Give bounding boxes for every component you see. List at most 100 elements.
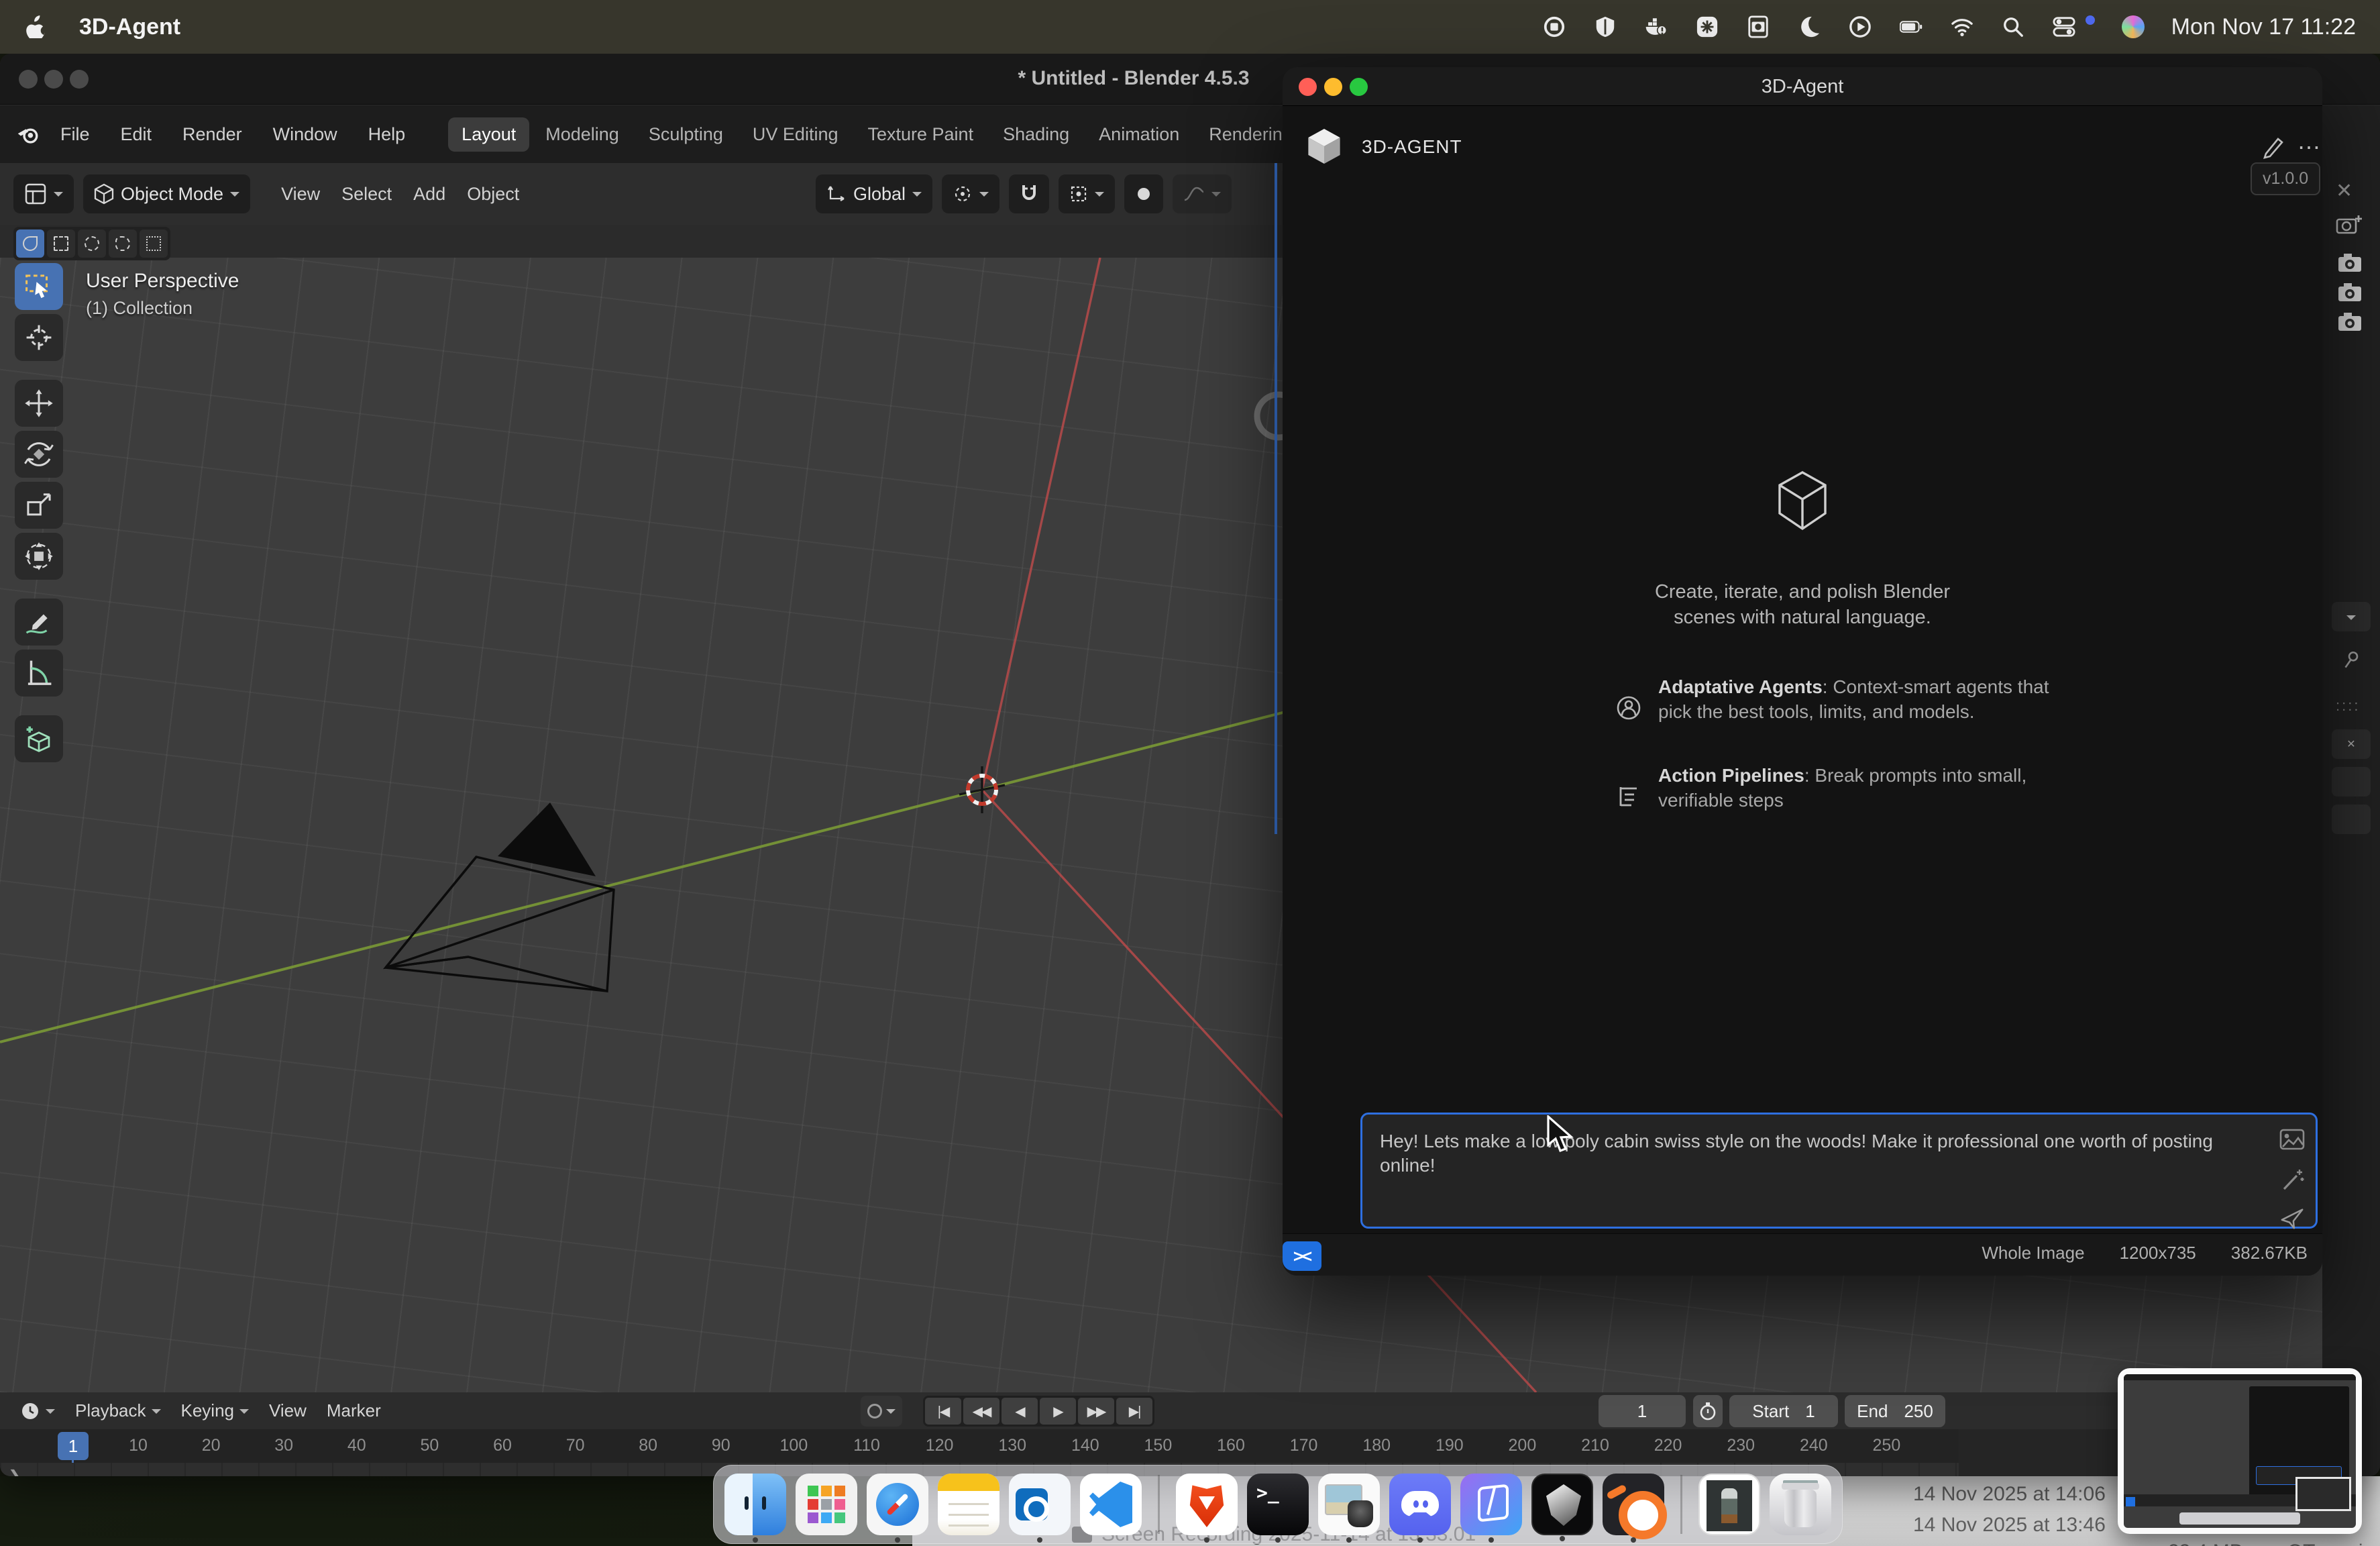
- scale-tool[interactable]: [15, 482, 63, 529]
- menubar-app-name[interactable]: 3D-Agent: [79, 14, 180, 40]
- timeline-editor-dropdown[interactable]: [12, 1398, 63, 1424]
- pivot-point-dropdown[interactable]: [942, 174, 999, 213]
- select-mode-lasso[interactable]: [109, 229, 137, 258]
- dock-discord-icon[interactable]: [1389, 1474, 1451, 1535]
- measure-tool[interactable]: [15, 650, 63, 697]
- send-icon[interactable]: [2279, 1206, 2305, 1231]
- screen-capture-icon[interactable]: [1746, 15, 1770, 39]
- pin-icon[interactable]: [2336, 649, 2365, 675]
- minimize-button[interactable]: [1324, 78, 1342, 96]
- add-camera-icon[interactable]: [2336, 213, 2365, 239]
- proportional-falloff-dropdown[interactable]: [1173, 174, 1232, 213]
- collapse-panel-button[interactable]: ><: [1283, 1241, 1321, 1271]
- tab-uv-editing[interactable]: UV Editing: [739, 117, 852, 152]
- zoom-button[interactable]: [1350, 78, 1368, 96]
- attach-image-icon[interactable]: [2279, 1127, 2305, 1152]
- menu-view[interactable]: View: [270, 178, 331, 210]
- select-mode-box[interactable]: [47, 229, 75, 258]
- chevron-down-icon[interactable]: [2332, 602, 2371, 631]
- record-icon[interactable]: [1542, 15, 1566, 39]
- menu-dots-icon[interactable]: ::::: [2336, 697, 2360, 715]
- menu-edit[interactable]: Edit: [110, 119, 163, 150]
- minimize-button[interactable]: [44, 70, 63, 89]
- siri-icon[interactable]: [2122, 15, 2145, 38]
- menu-timeline-view[interactable]: View: [261, 1398, 315, 1424]
- move-tool[interactable]: [15, 380, 63, 427]
- start-frame-field[interactable]: Start1: [1729, 1395, 1838, 1427]
- zoom-button[interactable]: [70, 70, 89, 89]
- annotate-tool[interactable]: [15, 599, 63, 646]
- menu-add[interactable]: Add: [402, 178, 456, 210]
- select-box-tool[interactable]: [15, 263, 63, 310]
- menu-render[interactable]: Render: [172, 119, 253, 150]
- select-mode-paint[interactable]: [140, 229, 168, 258]
- dock-outlook-icon[interactable]: [1009, 1474, 1071, 1535]
- panel-slot[interactable]: [2332, 805, 2371, 834]
- close-icon[interactable]: ✕: [2332, 729, 2371, 759]
- transform-tool[interactable]: [15, 533, 63, 580]
- jump-to-start-button[interactable]: |◀: [925, 1398, 961, 1425]
- search-icon[interactable]: [2001, 15, 2025, 39]
- camera-icon[interactable]: [2336, 311, 2365, 337]
- use-preview-range-toggle[interactable]: [1693, 1395, 1723, 1427]
- dock-safari-icon[interactable]: [867, 1474, 928, 1535]
- previous-keyframe-button[interactable]: ◀◀: [963, 1398, 999, 1425]
- tab-animation[interactable]: Animation: [1085, 117, 1193, 152]
- blender-logo-icon[interactable]: [16, 122, 40, 146]
- dock-preview-icon[interactable]: [1318, 1474, 1380, 1535]
- shield-icon[interactable]: [1593, 15, 1617, 39]
- tab-texture-paint[interactable]: Texture Paint: [854, 117, 987, 152]
- prompt-input[interactable]: Hey! Lets make a low poly cabin swiss st…: [1362, 1115, 2316, 1227]
- jump-to-end-button[interactable]: ▶|: [1116, 1398, 1152, 1425]
- control-center-icon[interactable]: [2052, 15, 2076, 39]
- menu-keying[interactable]: Keying: [173, 1398, 258, 1424]
- agent-titlebar[interactable]: 3D-Agent: [1283, 67, 2322, 106]
- finder-row[interactable]: 14 Nov 2025 at 13:46: [1913, 1510, 2106, 1541]
- wifi-icon[interactable]: [1950, 15, 1974, 39]
- rotate-tool[interactable]: [15, 431, 63, 478]
- tab-sculpting[interactable]: Sculpting: [635, 117, 737, 152]
- timeline-ruler[interactable]: 1 10203040506070809010011012013014015016…: [0, 1429, 1959, 1463]
- magic-wand-icon[interactable]: [2279, 1167, 2305, 1192]
- close-icon[interactable]: ✕: [2336, 179, 2352, 203]
- finder-row[interactable]: 14 Nov 2025 at 14:06: [1913, 1479, 2106, 1510]
- menu-marker[interactable]: Marker: [319, 1398, 389, 1424]
- end-frame-field[interactable]: End250: [1845, 1395, 1945, 1427]
- dock-agent3d-icon[interactable]: [1460, 1474, 1522, 1535]
- dock-launchpad-icon[interactable]: [796, 1474, 857, 1535]
- finder-row[interactable]: 14 Nov 2025 at 13:33: [1913, 1541, 2106, 1546]
- menu-object[interactable]: Object: [456, 178, 530, 210]
- docker-icon[interactable]: [1644, 15, 1668, 39]
- current-frame-field[interactable]: 1: [1599, 1395, 1686, 1427]
- dock-trash-icon[interactable]: [1770, 1474, 1831, 1535]
- camera-icon[interactable]: [2336, 281, 2365, 307]
- current-frame-badge[interactable]: 1: [58, 1432, 89, 1460]
- apple-menu-icon[interactable]: [24, 15, 48, 39]
- select-mode-tweak[interactable]: [16, 229, 44, 258]
- snap-target-dropdown[interactable]: [1059, 174, 1115, 213]
- next-keyframe-button[interactable]: ▶▶: [1078, 1398, 1114, 1425]
- menu-playback[interactable]: Playback: [67, 1398, 169, 1424]
- menu-select[interactable]: Select: [331, 178, 402, 210]
- tab-shading[interactable]: Shading: [989, 117, 1083, 152]
- dock-vscode-icon[interactable]: [1080, 1474, 1142, 1535]
- panel-slot[interactable]: [2332, 767, 2371, 796]
- keyboard-brightness-icon[interactable]: [1695, 15, 1719, 39]
- cursor-tool[interactable]: [15, 314, 63, 361]
- battery-icon[interactable]: [1899, 15, 1923, 39]
- close-button[interactable]: [19, 70, 38, 89]
- snap-toggle[interactable]: [1009, 174, 1049, 213]
- auto-keying-toggle[interactable]: [861, 1396, 902, 1427]
- play-circle-icon[interactable]: [1848, 15, 1872, 39]
- dock-blender-icon[interactable]: [1603, 1474, 1664, 1535]
- select-mode-circle[interactable]: [78, 229, 106, 258]
- edit-icon[interactable]: [2261, 132, 2287, 159]
- dock-finder-icon[interactable]: [724, 1474, 786, 1535]
- dock-terminal-icon[interactable]: [1247, 1474, 1309, 1535]
- proportional-editing-toggle[interactable]: [1124, 174, 1163, 213]
- tab-layout[interactable]: Layout: [448, 117, 529, 152]
- menubar-clock[interactable]: Mon Nov 17 11:22: [2171, 14, 2356, 40]
- camera-icon[interactable]: [2336, 252, 2365, 278]
- moon-icon[interactable]: [1797, 15, 1821, 39]
- dock-document-icon[interactable]: [1698, 1474, 1760, 1535]
